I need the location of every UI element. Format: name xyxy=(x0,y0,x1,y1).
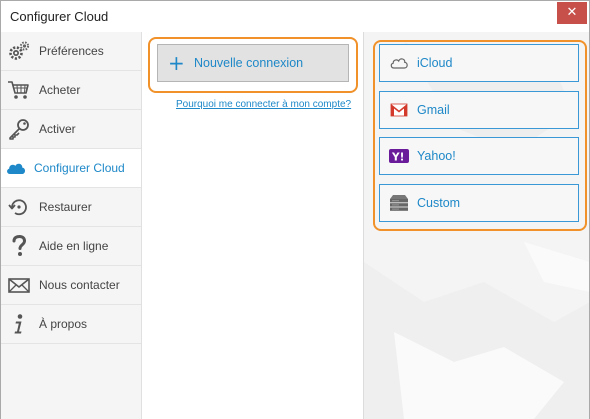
sidebar-item-label: Configurer Cloud xyxy=(34,161,125,175)
sidebar-item-online-help[interactable]: Aide en ligne xyxy=(1,227,141,266)
provider-label: Yahoo! xyxy=(417,149,456,163)
sidebar-item-about[interactable]: À propos xyxy=(1,305,141,344)
info-icon xyxy=(14,314,23,334)
provider-label: Gmail xyxy=(417,103,450,117)
gears-icon xyxy=(9,41,30,60)
server-icon xyxy=(390,195,408,211)
question-icon xyxy=(12,235,27,256)
cloud-icon xyxy=(7,163,26,174)
provider-label: iCloud xyxy=(417,56,453,70)
sidebar-item-label: Acheter xyxy=(39,83,81,97)
sidebar-item-activate[interactable]: Activer xyxy=(1,110,141,149)
sidebar-item-label: Activer xyxy=(39,122,76,136)
sidebar: Préférences Acheter Activer Configurer C… xyxy=(1,32,142,419)
close-button[interactable]: ✕ xyxy=(557,2,587,24)
sidebar-item-configure-cloud[interactable]: Configurer Cloud xyxy=(1,149,141,188)
providers-panel: iCloud Gmail Y! Yahoo! Custom xyxy=(363,32,589,419)
title-bar: Configurer Cloud ✕ xyxy=(1,1,589,32)
provider-label: Custom xyxy=(417,196,461,210)
sidebar-item-buy[interactable]: Acheter xyxy=(1,71,141,110)
svg-text:Y!: Y! xyxy=(391,152,404,164)
yahoo-button[interactable]: Y! Yahoo! xyxy=(379,137,579,175)
icloud-button[interactable]: iCloud xyxy=(379,44,579,82)
new-connection-label: Nouvelle connexion xyxy=(194,56,304,70)
plus-icon: + xyxy=(168,51,185,75)
gmail-button[interactable]: Gmail xyxy=(379,91,579,129)
window-title: Configurer Cloud xyxy=(10,9,109,24)
custom-button[interactable]: Custom xyxy=(379,184,579,222)
sidebar-item-contact[interactable]: Nous contacter xyxy=(1,266,141,305)
sidebar-item-label: Préférences xyxy=(39,44,104,58)
sidebar-item-label: À propos xyxy=(39,317,88,331)
new-connection-button[interactable]: + Nouvelle connexion xyxy=(157,44,349,82)
configure-cloud-window: Configurer Cloud ✕ Préférences Acheter A… xyxy=(0,0,590,419)
why-connect-link[interactable]: Pourquoi me connecter à mon compte? xyxy=(176,99,351,110)
gmail-icon xyxy=(390,103,408,117)
sidebar-item-label: Restaurer xyxy=(39,200,92,214)
key-icon xyxy=(9,119,29,140)
cart-icon xyxy=(8,81,29,99)
close-icon: ✕ xyxy=(566,5,578,20)
sidebar-item-label: Aide en ligne xyxy=(39,239,109,253)
envelope-icon xyxy=(8,278,30,293)
restore-icon xyxy=(8,199,27,216)
sidebar-item-label: Nous contacter xyxy=(39,278,120,292)
sidebar-item-restore[interactable]: Restaurer xyxy=(1,188,141,227)
yahoo-icon: Y! xyxy=(389,149,409,164)
connections-panel: + Nouvelle connexion Pourquoi me connect… xyxy=(142,32,363,419)
icloud-icon xyxy=(390,58,408,69)
sidebar-item-preferences[interactable]: Préférences xyxy=(1,32,141,71)
